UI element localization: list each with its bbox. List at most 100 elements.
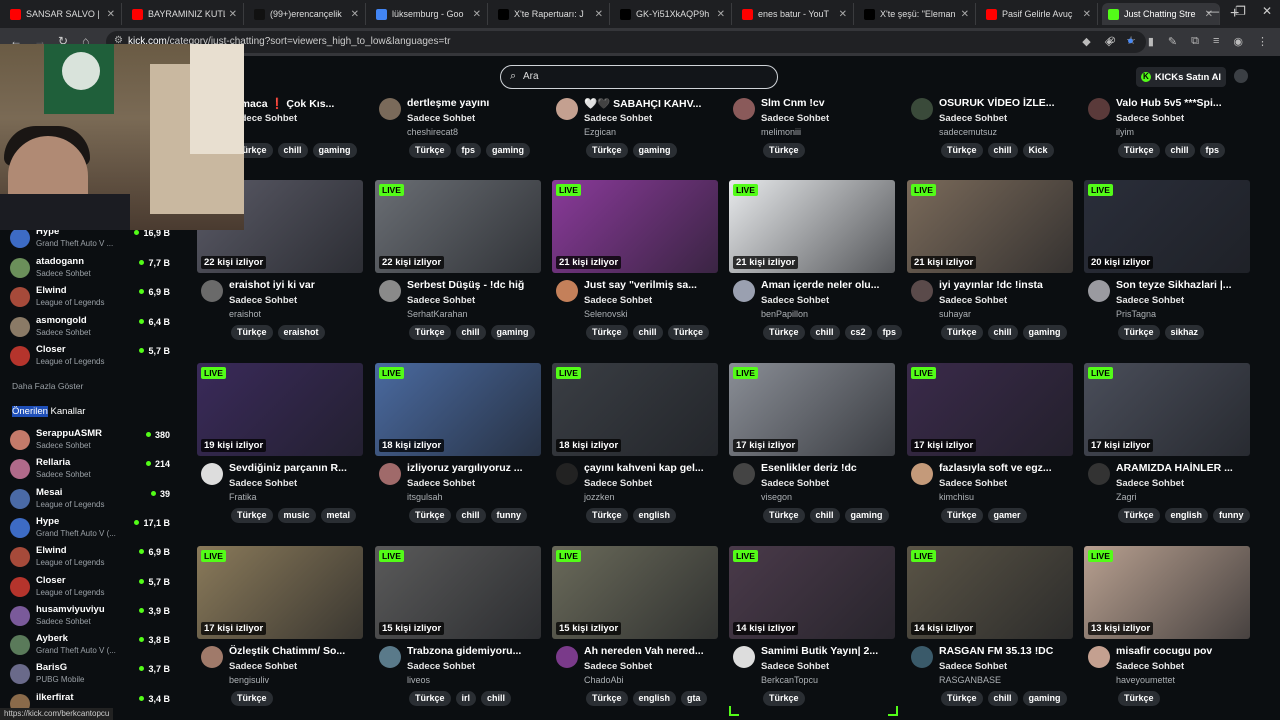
show-more-link[interactable]: Daha Fazla Göster <box>12 381 83 391</box>
streamer-name[interactable]: sadecemutsuz <box>939 127 997 137</box>
streamer-name[interactable]: benPapillon <box>761 309 808 319</box>
tab-close-icon[interactable]: ✕ <box>473 9 481 20</box>
stream-tag[interactable]: fps <box>455 143 482 158</box>
stream-category[interactable]: Sadece Sohbet <box>939 478 1007 489</box>
profile-icon[interactable]: ◉ <box>1233 35 1243 48</box>
streamer-name[interactable]: haveyoumettet <box>1116 675 1175 685</box>
stream-tag[interactable]: gaming <box>1022 325 1067 340</box>
browser-tab[interactable]: Pasif Gelirle Avuç ✕ <box>980 3 1098 25</box>
browser-tab[interactable]: enes batur - YouT ✕ <box>736 3 854 25</box>
streamer-avatar[interactable] <box>1088 646 1110 668</box>
address-bar[interactable]: ⚙ kick.com/category/just-chatting?sort=v… <box>106 31 1146 53</box>
stream-tag[interactable]: Türkçe <box>586 325 628 340</box>
stream-tag[interactable]: Türkçe <box>667 325 710 340</box>
stream-title[interactable]: Esenlikler deriz !dc <box>761 462 895 474</box>
stream-category[interactable]: Sadece Sohbet <box>407 113 475 124</box>
stream-category[interactable]: Sadece Sohbet <box>761 478 829 489</box>
sidebar-channel[interactable]: BarisG PUBG Mobile 3,7 B <box>10 660 180 688</box>
stream-title[interactable]: kılmaca ❗ Çok Kıs... <box>229 97 363 110</box>
browser-tab[interactable]: BAYRAMINIZ KUTLU ✕ <box>126 3 244 25</box>
buy-kicks-button[interactable]: K KICKs Satın Al <box>1136 67 1226 87</box>
browser-tab[interactable]: SANSAR SALVO | ✕ <box>4 3 122 25</box>
stream-title[interactable]: dertleşme yayını <box>407 97 541 109</box>
streamer-name[interactable]: Ezgican <box>584 127 616 137</box>
stream-tag[interactable]: chill <box>1164 143 1195 158</box>
stream-tag[interactable]: cs2 <box>844 325 872 340</box>
stream-thumbnail[interactable]: LIVE 13 kişi izliyor <box>1084 546 1250 639</box>
stream-category[interactable]: Sadece Sohbet <box>1116 113 1184 124</box>
browser-tab[interactable]: Just Chatting Stre ✕ <box>1102 3 1220 25</box>
tab-close-icon[interactable]: ✕ <box>107 9 115 20</box>
sidebar-channel[interactable]: atadogann Sadece Sohbet 7,7 B <box>10 254 180 282</box>
stream-thumbnail[interactable]: LIVE 15 kişi izliyor <box>375 546 541 639</box>
stream-category[interactable]: Sadece Sohbet <box>761 113 829 124</box>
stream-category[interactable]: Sadece Sohbet <box>584 661 652 672</box>
tab-close-icon[interactable]: ✕ <box>717 9 725 20</box>
stream-thumbnail[interactable]: LIVE 15 kişi izliyor <box>552 546 718 639</box>
streamer-avatar[interactable] <box>733 646 755 668</box>
stream-tag[interactable]: Türkçe <box>763 143 805 158</box>
stream-tag[interactable]: Türkçe <box>409 691 451 706</box>
stream-category[interactable]: Sadece Sohbet <box>939 295 1007 306</box>
stream-thumbnail[interactable]: LIVE 14 kişi izliyor <box>907 546 1073 639</box>
streamer-avatar[interactable] <box>1088 280 1110 302</box>
streamer-name[interactable]: bengisuliv <box>229 675 269 685</box>
stream-tag[interactable]: Türkçe <box>409 508 451 523</box>
streamer-avatar[interactable] <box>201 280 223 302</box>
stream-category[interactable]: Sadece Sohbet <box>1116 295 1184 306</box>
extension-icon[interactable]: ◆ <box>1082 35 1090 48</box>
stream-tag[interactable]: Türkçe <box>231 325 273 340</box>
stream-tag[interactable]: Türkçe <box>231 691 273 706</box>
streamer-name[interactable]: suhayar <box>939 309 971 319</box>
stream-tag[interactable]: chill <box>987 143 1018 158</box>
tab-close-icon[interactable]: ✕ <box>351 9 359 20</box>
sidebar-channel[interactable]: asmongold Sadece Sohbet 6,4 B <box>10 313 180 341</box>
stream-tag[interactable]: gaming <box>844 508 889 523</box>
streamer-name[interactable]: Fratika <box>229 492 257 502</box>
browser-tab[interactable]: lüksemburg - Goo ✕ <box>370 3 488 25</box>
stream-title[interactable]: Serbest Düşüş - !dc hiğ <box>407 279 541 291</box>
streamer-avatar[interactable] <box>733 463 755 485</box>
stream-tag[interactable]: Türkçe <box>1118 325 1160 340</box>
streamer-avatar[interactable] <box>911 280 933 302</box>
stream-title[interactable]: Trabzona gidemiyoru... <box>407 645 541 657</box>
streamer-name[interactable]: ilyim <box>1116 127 1134 137</box>
stream-tag[interactable]: gaming <box>312 143 357 158</box>
stream-title[interactable]: izliyoruz yargılıyoruz ... <box>407 462 541 474</box>
streamer-avatar[interactable] <box>1088 463 1110 485</box>
stream-tag[interactable]: music <box>277 508 316 523</box>
streamer-name[interactable]: PrisTagna <box>1116 309 1156 319</box>
stream-tag[interactable]: chill <box>455 325 486 340</box>
browser-tab[interactable]: X'te şeşü: "Eleman ✕ <box>858 3 976 25</box>
stream-tag[interactable]: Türkçe <box>941 508 983 523</box>
stream-category[interactable]: Sadece Sohbet <box>761 661 829 672</box>
streamer-name[interactable]: SerhatKarahan <box>407 309 468 319</box>
sidebar-channel[interactable]: SerappuASMR Sadece Sohbet 380 <box>10 426 180 454</box>
stream-category[interactable]: Sadece Sohbet <box>1116 478 1184 489</box>
streamer-name[interactable]: visegon <box>761 492 792 502</box>
stream-thumbnail[interactable]: LIVE 19 kişi izliyor <box>197 363 363 456</box>
stream-tag[interactable]: Türkçe <box>763 325 805 340</box>
streamer-name[interactable]: BerkcanTopcu <box>761 675 818 685</box>
stream-tag[interactable]: Türkçe <box>1118 143 1160 158</box>
stream-tag[interactable]: Türkçe <box>763 508 805 523</box>
stream-tag[interactable]: Türkçe <box>763 691 805 706</box>
streamer-name[interactable]: eraishot <box>229 309 261 319</box>
streamer-name[interactable]: ChadoAbi <box>584 675 624 685</box>
stream-tag[interactable]: gaming <box>1022 691 1067 706</box>
stream-tag[interactable]: Türkçe <box>409 143 451 158</box>
sidebar-channel[interactable]: husamviyuviyu Sadece Sohbet 3,9 B <box>10 602 180 630</box>
stream-category[interactable]: Sadece Sohbet <box>229 661 297 672</box>
stream-tag[interactable]: chill <box>277 143 308 158</box>
sidebar-channel[interactable]: Hype Grand Theft Auto V (... 17,1 B <box>10 514 180 542</box>
streamer-avatar[interactable] <box>201 463 223 485</box>
stream-title[interactable]: Özleştik Chatimm/ So... <box>229 645 363 657</box>
stream-tag[interactable]: gaming <box>486 143 531 158</box>
stream-tag[interactable]: eraishot <box>277 325 325 340</box>
sidebar-channel[interactable]: Elwind League of Legends 6,9 B <box>10 543 180 571</box>
streamer-avatar[interactable] <box>911 98 933 120</box>
browser-tab[interactable]: X'te Rapertuarı: J ✕ <box>492 3 610 25</box>
stream-tag[interactable]: Kick <box>1022 143 1054 158</box>
sidebar-channel[interactable]: Mesai League of Legends 39 <box>10 485 180 513</box>
stream-tag[interactable]: Türkçe <box>409 325 451 340</box>
